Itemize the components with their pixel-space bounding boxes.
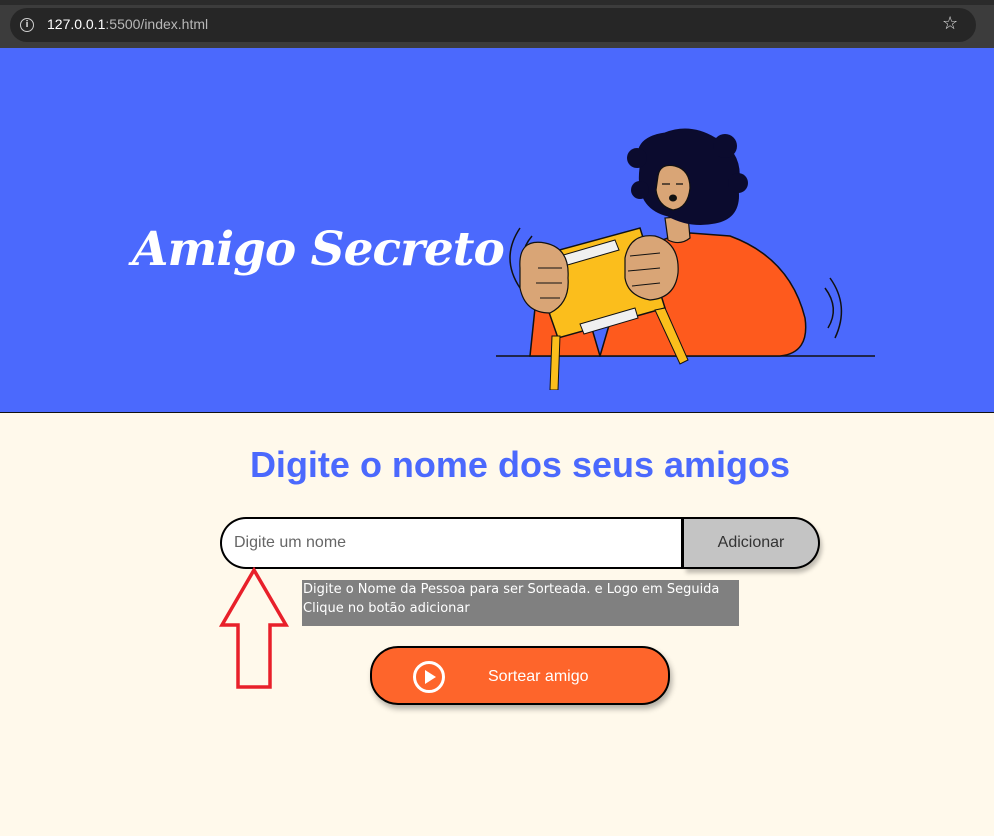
up-arrow-annotation (218, 567, 290, 689)
tab-strip (0, 0, 994, 5)
person-with-box-illustration (496, 128, 875, 390)
url-host: 127.0.0.1 (47, 16, 106, 32)
draw-button-label: Sortear amigo (488, 668, 589, 685)
url-text[interactable]: 127.0.0.1:5500/index.html (47, 16, 208, 32)
browser-toolbar: i 127.0.0.1:5500/index.html ☆ (0, 0, 994, 48)
play-circle-icon (413, 661, 445, 693)
draw-friend-button[interactable]: Sortear amigo (370, 646, 670, 705)
add-button[interactable]: Adicionar (684, 517, 820, 569)
page-title: Amigo Secreto (132, 222, 505, 277)
section-heading: Digite o nome dos seus amigos (249, 444, 791, 485)
name-input-group: Adicionar (220, 517, 820, 571)
star-icon[interactable]: ☆ (942, 13, 958, 35)
instruction-tooltip: Digite o Nome da Pessoa para ser Sortead… (302, 580, 739, 626)
info-icon[interactable]: i (20, 18, 34, 32)
tooltip-line-1: Digite o Nome da Pessoa para ser Sortead… (303, 582, 720, 597)
header-banner: Amigo Secreto (0, 48, 994, 413)
url-path: :5500/index.html (105, 16, 209, 32)
tooltip-line-2: Clique no botão adicionar (303, 601, 470, 616)
name-input[interactable] (220, 517, 684, 569)
